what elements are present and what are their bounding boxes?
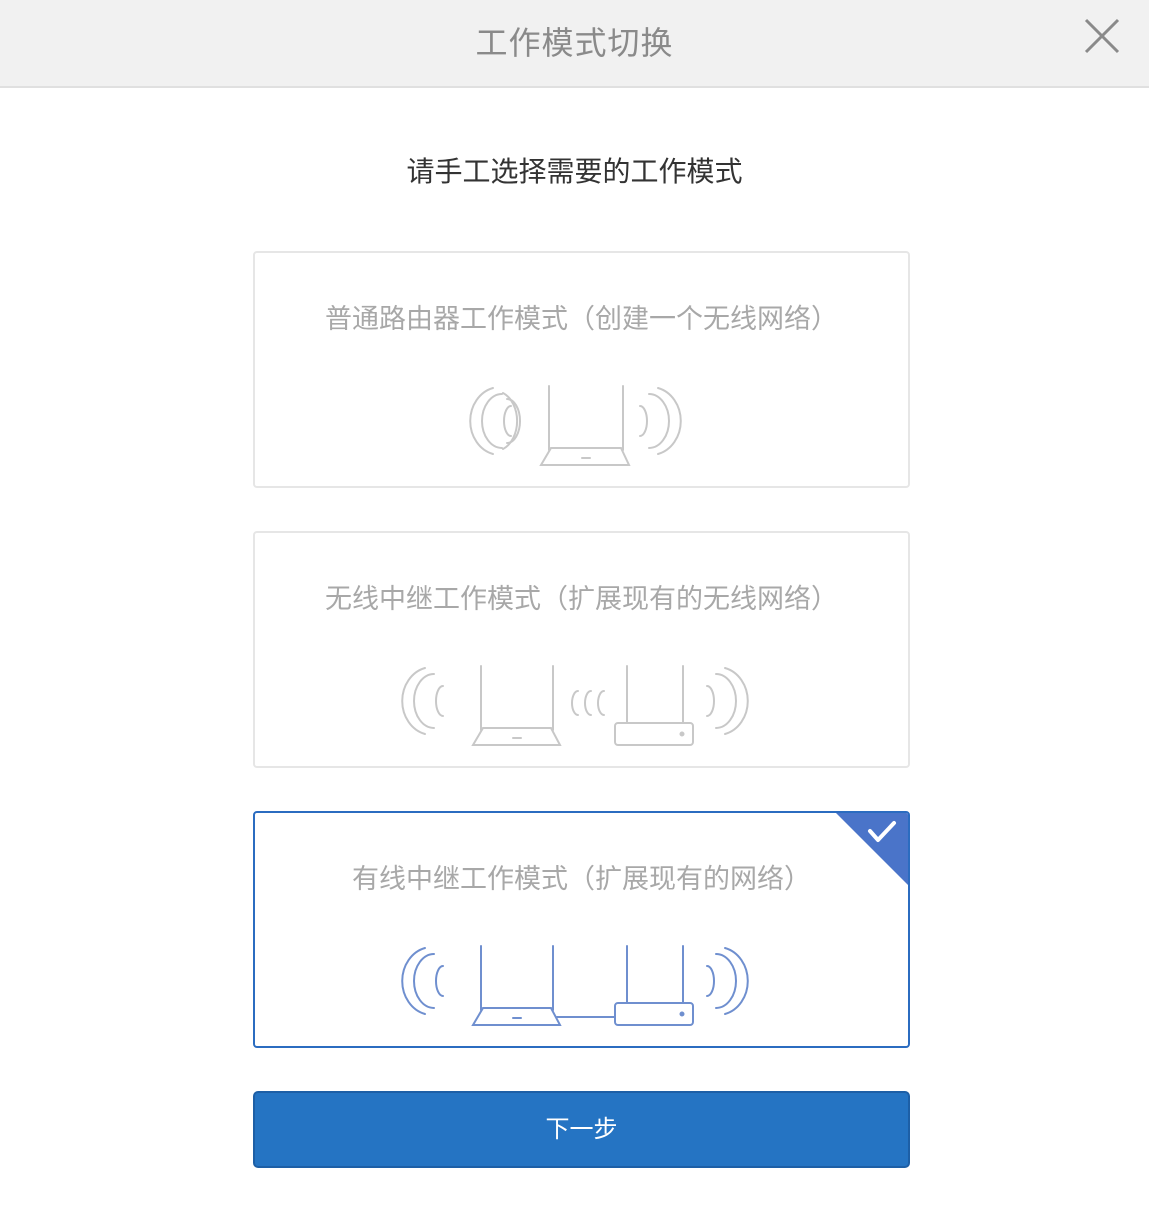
router-icon (471, 945, 562, 1026)
router-icon (539, 385, 631, 466)
close-icon (1084, 18, 1120, 54)
extender-icon (614, 945, 694, 1026)
wifi-waves-icon (401, 947, 444, 1015)
extender-icon (614, 665, 694, 746)
selected-corner-badge (836, 813, 908, 885)
wired-repeater-illustration (401, 945, 749, 1026)
mode-card-wired-repeater[interactable]: 有线中继工作模式（扩展现有的网络） (253, 811, 910, 1048)
next-step-button[interactable]: 下一步 (253, 1091, 910, 1168)
close-button[interactable] (1080, 14, 1124, 58)
router-icon (471, 665, 562, 746)
wifi-waves-icon (639, 387, 682, 455)
wifi-waves-icon (401, 667, 444, 735)
dialog-title: 工作模式切换 (475, 24, 674, 62)
mode-card-wireless-repeater[interactable]: 无线中继工作模式（扩展现有的无线网络） (253, 531, 910, 768)
mode-card-router[interactable]: 普通路由器工作模式（创建一个无线网络） (253, 251, 910, 488)
instruction-text: 请手工选择需要的工作模式 (406, 155, 743, 188)
wifi-waves-icon (571, 690, 605, 716)
dialog-header: 工作模式切换 (0, 0, 1149, 88)
wifi-waves-icon (469, 387, 521, 455)
wifi-waves-icon (706, 947, 749, 1015)
router-illustration (469, 385, 682, 466)
wireless-repeater-illustration (401, 665, 749, 746)
wifi-waves-icon (706, 667, 749, 735)
